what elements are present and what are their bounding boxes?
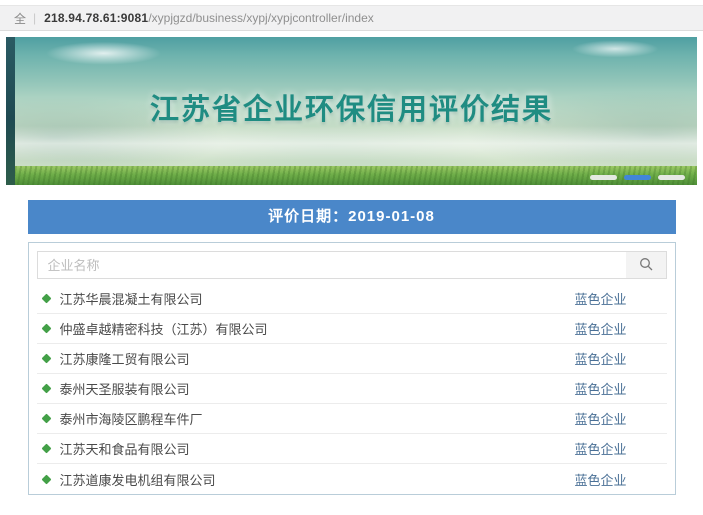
diamond-bullet-icon [41,324,51,334]
landscape-mist [15,126,697,162]
company-name: 泰州市海陵区鹏程车件厂 [60,409,575,428]
company-name: 江苏道康发电机组有限公司 [60,470,575,489]
company-name: 泰州天圣服装有限公司 [60,379,575,398]
browser-address-bar[interactable]: 全 | 218.94.78.61:9081 /xypjgzd/business/… [0,5,703,31]
diamond-bullet-icon [41,414,51,424]
company-row[interactable]: 江苏华晨混凝土有限公司 蓝色企业 [37,284,667,314]
diamond-bullet-icon [41,384,51,394]
company-rating-badge: 蓝色企业 [574,409,626,428]
url-host: 218.94.78.61:9081 [44,11,148,25]
company-row[interactable]: 江苏道康发电机组有限公司 蓝色企业 [37,464,667,494]
company-row[interactable]: 泰州天圣服装有限公司 蓝色企业 [37,374,667,404]
company-row[interactable]: 江苏康隆工贸有限公司 蓝色企业 [37,344,667,374]
company-rating-badge: 蓝色企业 [574,379,626,398]
company-name: 江苏华晨混凝土有限公司 [60,289,575,308]
evaluation-panel: 评价日期：2019-01-08 江苏华晨混凝土有限公司 蓝色企业 仲盛卓越精密科… [28,200,676,495]
company-row[interactable]: 江苏天和食品有限公司 蓝色企业 [37,434,667,464]
diamond-bullet-icon [41,444,51,454]
company-rating-badge: 蓝色企业 [574,319,626,338]
company-list: 江苏华晨混凝土有限公司 蓝色企业 仲盛卓越精密科技（江苏）有限公司 蓝色企业 江… [29,284,675,494]
company-rating-badge: 蓝色企业 [574,470,626,489]
address-divider: | [33,11,36,25]
company-rating-badge: 蓝色企业 [574,439,626,458]
diamond-bullet-icon [41,474,51,484]
search-input[interactable] [38,252,626,278]
carousel-dot-2[interactable] [624,175,651,180]
company-name: 江苏康隆工贸有限公司 [60,349,575,368]
company-row[interactable]: 泰州市海陵区鹏程车件厂 蓝色企业 [37,404,667,434]
diamond-bullet-icon [41,294,51,304]
carousel-dot-1[interactable] [590,175,617,180]
evaluation-date-header: 评价日期：2019-01-08 [28,200,676,234]
company-rating-badge: 蓝色企业 [574,349,626,368]
company-name: 仲盛卓越精密科技（江苏）有限公司 [60,319,575,338]
banner-carousel: 江苏省企业环保信用评价结果 [6,37,697,185]
security-icon[interactable]: 全 [14,10,26,27]
banner-title: 江苏省企业环保信用评价结果 [6,86,697,128]
company-name: 江苏天和食品有限公司 [60,439,575,458]
company-search-box [37,251,667,279]
company-rating-badge: 蓝色企业 [574,289,626,308]
carousel-dot-3[interactable] [658,175,685,180]
search-button[interactable] [626,252,666,278]
banner-edge-strip [6,37,15,185]
search-icon [639,257,653,274]
diamond-bullet-icon [41,354,51,364]
url-path: /xypjgzd/business/xypj/xypjcontroller/in… [148,11,373,25]
carousel-indicators [590,175,685,180]
company-row[interactable]: 仲盛卓越精密科技（江苏）有限公司 蓝色企业 [37,314,667,344]
company-table: 江苏华晨混凝土有限公司 蓝色企业 仲盛卓越精密科技（江苏）有限公司 蓝色企业 江… [28,242,676,495]
